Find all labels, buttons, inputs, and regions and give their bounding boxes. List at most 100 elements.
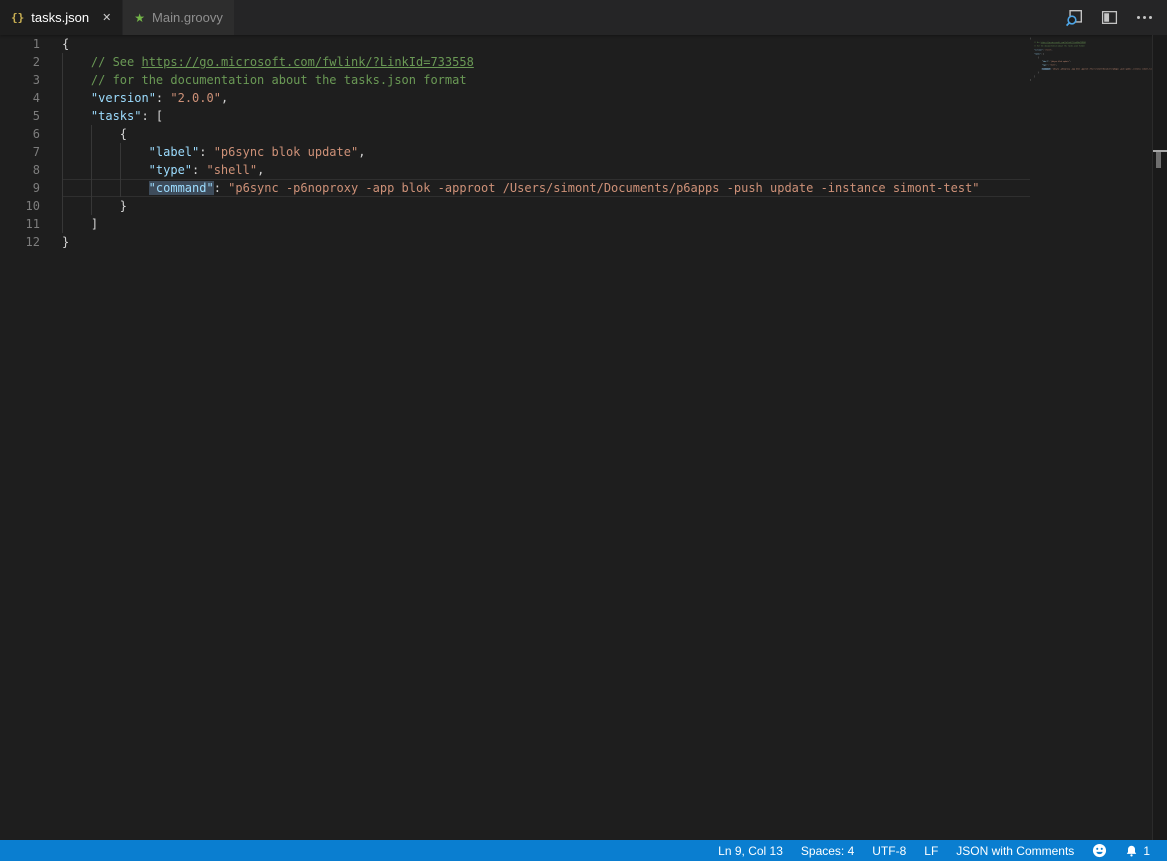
line-number[interactable]: 9 xyxy=(0,179,40,197)
code-line-content[interactable]: // for the documentation about the tasks… xyxy=(62,71,1030,89)
tab-main-groovy[interactable]: ★ Main.groovy xyxy=(123,0,234,35)
ruler-selection-marker xyxy=(1156,152,1161,168)
code-line[interactable]: 5 "tasks": [ xyxy=(0,107,1030,125)
indent-guide xyxy=(91,125,120,143)
notifications-count: 1 xyxy=(1143,844,1150,858)
code-token: "p6sync blok update" xyxy=(214,145,359,159)
code-line-content[interactable]: "label": "p6sync blok update", xyxy=(62,143,1030,161)
indent-guide xyxy=(91,179,120,197)
minimap[interactable]: { // See https://go.microsoft.com/fwlink… xyxy=(1030,35,1152,840)
code-line[interactable]: 9 "command": "p6sync -p6noproxy -app blok… xyxy=(0,179,1030,197)
code-line[interactable]: 10} xyxy=(0,197,1030,215)
code-token: : [ xyxy=(141,109,163,123)
code-token: "type" xyxy=(149,163,192,177)
line-number[interactable]: 8 xyxy=(0,161,40,179)
code-line-content[interactable]: { xyxy=(62,125,1030,143)
line-number[interactable]: 3 xyxy=(0,71,40,89)
line-number[interactable]: 12 xyxy=(0,233,40,251)
indentation-setting[interactable]: Spaces: 4 xyxy=(792,840,863,861)
code-token: "p6sync -p6noproxy -app blok -approot /U… xyxy=(228,181,979,195)
code-line-content[interactable]: "tasks": [ xyxy=(62,107,1030,125)
indent-guide xyxy=(62,53,91,71)
indent-guide xyxy=(62,107,91,125)
code-token: , xyxy=(358,145,365,159)
status-bar: Ln 9, Col 13 Spaces: 4 UTF-8 LF JSON wit… xyxy=(0,840,1167,861)
more-actions-icon[interactable] xyxy=(1134,8,1154,28)
code-line-content[interactable]: "version": "2.0.0", xyxy=(62,89,1030,107)
indent-guide xyxy=(120,179,149,197)
indent-guide xyxy=(62,125,91,143)
indent-guide xyxy=(62,71,91,89)
json-file-icon: {} xyxy=(11,11,24,24)
code-token: "2.0.0" xyxy=(170,91,221,105)
line-number[interactable]: 1 xyxy=(0,35,40,53)
line-number[interactable]: 4 xyxy=(0,89,40,107)
cursor-position[interactable]: Ln 9, Col 13 xyxy=(709,840,792,861)
code-line-content[interactable]: { xyxy=(62,35,1030,53)
indent-guide xyxy=(120,143,149,161)
code-token: "shell" xyxy=(206,163,257,177)
indent-guide xyxy=(91,143,120,161)
tab-tasks-json[interactable]: {} tasks.json ✕ xyxy=(0,0,122,35)
code-line-content[interactable]: // See https://go.microsoft.com/fwlink/?… xyxy=(62,53,1030,71)
editor-tab-bar: {} tasks.json ✕ ★ Main.groovy xyxy=(0,0,1167,35)
code-token: "tasks" xyxy=(91,109,142,123)
code-token: https://go.microsoft.com/fwlink/?LinkId=… xyxy=(141,55,473,69)
code-token: { xyxy=(62,37,69,51)
code-token: "label" xyxy=(149,145,200,159)
notifications-bell[interactable]: 1 xyxy=(1116,840,1159,861)
code-line-content[interactable]: "command": "p6sync -p6noproxy -app blok … xyxy=(62,179,1030,197)
code-line[interactable]: 1{ xyxy=(0,35,1030,53)
indent-guide xyxy=(62,215,91,233)
indent-guide xyxy=(62,89,91,107)
code-line-content[interactable]: ] xyxy=(62,215,1030,233)
code-editor[interactable]: 1{2// See https://go.microsoft.com/fwlin… xyxy=(0,35,1030,840)
minimap-line: "command": "p6sync -p6noproxy -app blok … xyxy=(1030,67,1152,71)
open-preview-icon[interactable] xyxy=(1064,8,1084,28)
tab-label: tasks.json xyxy=(31,10,89,25)
code-line-content[interactable]: } xyxy=(62,197,1030,215)
code-line-content[interactable]: } xyxy=(62,233,1030,251)
code-token: : xyxy=(192,163,206,177)
indent-guide xyxy=(91,197,120,215)
line-number[interactable]: 6 xyxy=(0,125,40,143)
code-line-content[interactable]: "type": "shell", xyxy=(62,161,1030,179)
code-line[interactable]: 2 // See https://go.microsoft.com/fwlink/… xyxy=(0,53,1030,71)
code-token: , xyxy=(257,163,264,177)
line-number[interactable]: 7 xyxy=(0,143,40,161)
line-number[interactable]: 2 xyxy=(0,53,40,71)
line-number[interactable]: 10 xyxy=(0,197,40,215)
tab-label: Main.groovy xyxy=(152,10,223,25)
overview-ruler[interactable] xyxy=(1152,35,1167,840)
editor-actions xyxy=(1064,0,1167,35)
code-line[interactable]: 12} xyxy=(0,233,1030,251)
code-line[interactable]: 3 // for the documentation about the task… xyxy=(0,71,1030,89)
code-token: : xyxy=(199,145,213,159)
minimap-line: } xyxy=(1030,79,1152,83)
language-mode[interactable]: JSON with Comments xyxy=(947,840,1083,861)
code-token: // for the documentation about the tasks… xyxy=(91,73,467,87)
line-number[interactable]: 5 xyxy=(0,107,40,125)
code-line[interactable]: 4 "version": "2.0.0", xyxy=(0,89,1030,107)
code-token: "command" xyxy=(149,181,214,195)
feedback-smiley-icon[interactable] xyxy=(1083,840,1116,861)
encoding-setting[interactable]: UTF-8 xyxy=(863,840,915,861)
code-token: { xyxy=(120,127,127,141)
indent-guide xyxy=(62,197,91,215)
indent-guide xyxy=(62,143,91,161)
code-line[interactable]: 11] xyxy=(0,215,1030,233)
close-icon[interactable]: ✕ xyxy=(102,11,111,24)
code-line[interactable]: 7 "label": "p6sync blok update", xyxy=(0,143,1030,161)
eol-setting[interactable]: LF xyxy=(915,840,947,861)
code-line[interactable]: 8 "type": "shell", xyxy=(0,161,1030,179)
code-token: ] xyxy=(91,217,98,231)
code-token: "version" xyxy=(91,91,156,105)
indent-guide xyxy=(91,161,120,179)
editor-group: 1{2// See https://go.microsoft.com/fwlin… xyxy=(0,35,1167,840)
line-number[interactable]: 11 xyxy=(0,215,40,233)
code-line[interactable]: 6{ xyxy=(0,125,1030,143)
code-token: : xyxy=(214,181,228,195)
code-lines: 1{2// See https://go.microsoft.com/fwlin… xyxy=(0,35,1030,251)
split-editor-icon[interactable] xyxy=(1099,8,1119,28)
code-token: // See xyxy=(91,55,142,69)
